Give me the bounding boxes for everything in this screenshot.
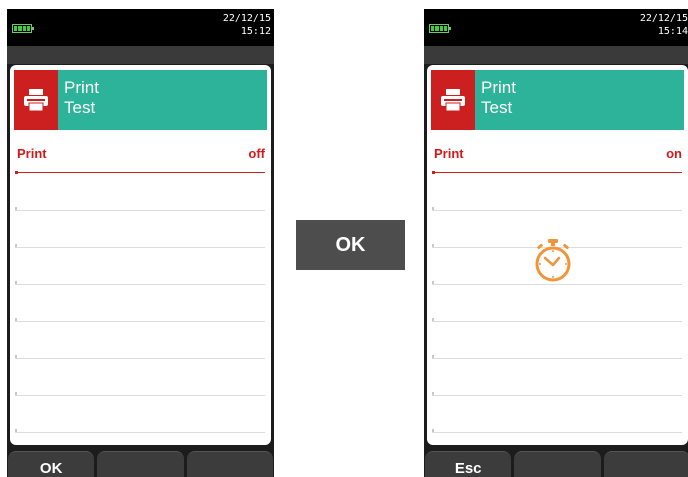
softkey-esc[interactable]: Esc bbox=[425, 451, 512, 477]
top-band bbox=[424, 46, 688, 64]
list-item bbox=[15, 429, 265, 433]
printer-icon bbox=[14, 70, 58, 130]
datetime: 22/12/15 15:14 bbox=[640, 12, 688, 38]
ok-button[interactable]: OK bbox=[296, 220, 405, 270]
list-item bbox=[432, 392, 682, 396]
list-item bbox=[15, 318, 265, 322]
time-text: 15:12 bbox=[240, 26, 271, 37]
softkey-2[interactable] bbox=[97, 451, 184, 477]
display-area: Print Test Print on bbox=[427, 65, 688, 445]
print-setting-label: Print bbox=[17, 146, 47, 161]
print-setting-row[interactable]: Print on bbox=[432, 140, 682, 174]
menu-title-line2: Test bbox=[481, 98, 513, 117]
softkey-bar: OK bbox=[7, 451, 274, 477]
device-screen-before: 22/12/15 15:12 Print Test Print off OK bbox=[7, 9, 274, 477]
list-item bbox=[432, 318, 682, 322]
menu-title-line2: Test bbox=[64, 98, 96, 117]
softkey-3[interactable] bbox=[603, 451, 688, 477]
menu-title-line1: Print bbox=[64, 78, 99, 97]
battery-icon bbox=[429, 24, 451, 33]
menu-header: Print Test bbox=[14, 70, 267, 130]
softkey-bar: Esc bbox=[424, 451, 688, 477]
softkey-3[interactable] bbox=[186, 451, 273, 477]
row-tick bbox=[15, 171, 18, 174]
top-band bbox=[7, 46, 274, 64]
list-item bbox=[432, 355, 682, 359]
list-item bbox=[15, 281, 265, 285]
datetime: 22/12/15 15:12 bbox=[223, 12, 271, 38]
printer-icon bbox=[431, 70, 475, 130]
list-item bbox=[432, 207, 682, 211]
display-area: Print Test Print off bbox=[10, 65, 271, 445]
print-setting-label: Print bbox=[434, 146, 464, 161]
list-item bbox=[15, 207, 265, 211]
date-text: 22/12/15 bbox=[639, 13, 688, 24]
print-setting-value: off bbox=[248, 146, 265, 161]
time-text: 15:14 bbox=[657, 26, 688, 37]
device-screen-after: 22/12/15 15:14 Print Test Print on Esc bbox=[424, 9, 688, 477]
list-item bbox=[15, 355, 265, 359]
status-bar: 22/12/15 15:14 bbox=[424, 9, 688, 46]
list-item bbox=[432, 429, 682, 433]
menu-title: Print Test bbox=[475, 70, 684, 130]
list-item bbox=[15, 392, 265, 396]
status-bar: 22/12/15 15:12 bbox=[7, 9, 274, 46]
date-text: 22/12/15 bbox=[222, 13, 271, 24]
print-setting-row[interactable]: Print off bbox=[15, 140, 265, 174]
stopwatch-icon bbox=[533, 238, 573, 287]
battery-icon bbox=[12, 24, 34, 33]
softkey-2[interactable] bbox=[514, 451, 601, 477]
list-item bbox=[15, 244, 265, 248]
softkey-ok[interactable]: OK bbox=[8, 451, 95, 477]
menu-title-line1: Print bbox=[481, 78, 516, 97]
menu-header: Print Test bbox=[431, 70, 684, 130]
print-setting-value: on bbox=[666, 146, 682, 161]
menu-title: Print Test bbox=[58, 70, 267, 130]
row-tick bbox=[432, 171, 435, 174]
